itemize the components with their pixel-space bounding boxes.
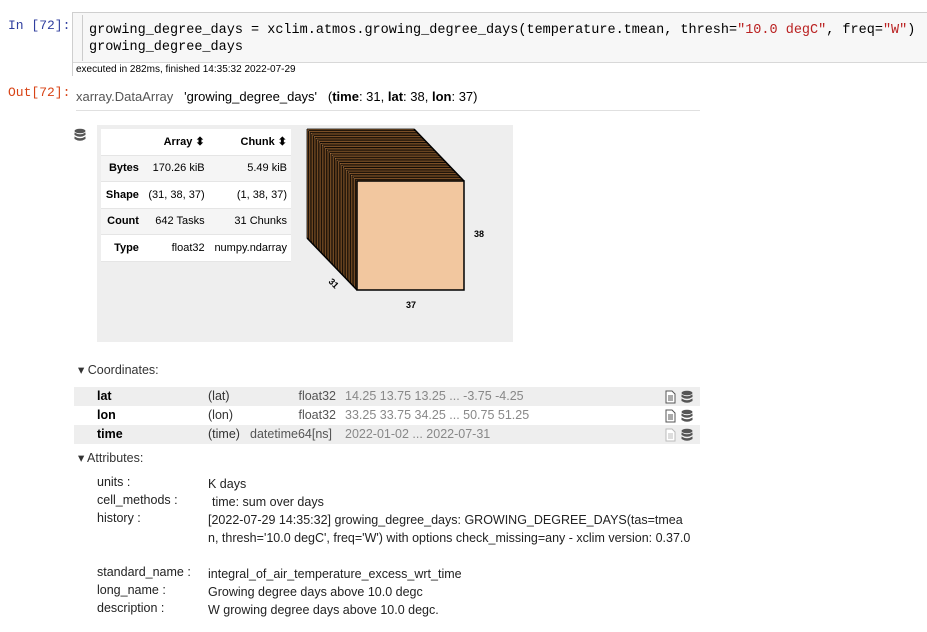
coord-values: 2022-01-02 ... 2022-07-31 [345,427,491,441]
cube-height-label: 38 [474,229,484,239]
execution-info: executed in 282ms, finished 14:35:32 202… [73,62,927,76]
attr-key: description : [97,601,165,615]
cube-width-label: 37 [406,300,416,310]
attributes-toggle[interactable]: ▾ Attributes: [78,450,143,465]
output-prompt: Out[72]: [8,85,71,100]
coord-values: 33.25 33.75 34.25 ... 50.75 51.25 [345,408,530,422]
column-header-array[interactable]: Array ⬍ [142,129,209,155]
array-value: (31, 38, 37) [142,181,209,208]
data-database-icon[interactable] [681,428,693,441]
table-row: Count 642 Tasks 31 Chunks [101,208,291,235]
row-label: Bytes [101,155,143,182]
chunk-value: numpy.ndarray [208,234,291,261]
attr-value: [2022-07-29 14:35:32] growing_degree_day… [208,513,691,545]
table-row: Bytes 170.26 kiB 5.49 kiB [101,155,291,182]
code-cell[interactable]: growing_degree_days = xclim.atmos.growin… [72,12,927,76]
variable-name: 'growing_degree_days' [184,89,318,104]
cube-depth-label: 31 [327,276,341,290]
chunk-value: 31 Chunks [208,208,291,235]
attr-value: K days [208,477,247,491]
row-label: Count [101,208,143,235]
corner-cell [101,129,143,155]
coord-icons [665,409,693,423]
array-value: 642 Tasks [142,208,209,235]
coord-name: lat [97,389,112,403]
attr-value: W growing degree days above 10.0 degc. [208,603,439,617]
attrs-file-icon-disabled [665,428,676,442]
code-line1-c: ) [907,23,916,38]
dask-summary-table: Array ⬍ Chunk ⬍ Bytes 170.26 kiB 5.49 ki… [101,129,291,262]
table-row: Shape (31, 38, 37) (1, 38, 37) [101,181,291,208]
coordinates-list: lat (lat) float32 14.25 13.75 13.25 ... … [74,387,700,444]
coord-name: time [97,427,123,441]
data-database-icon[interactable] [681,390,693,403]
coord-dims: (lat) [208,389,230,403]
attr-key: units : [97,475,131,489]
class-name: xarray.DataArray [76,89,174,104]
code-editor[interactable]: growing_degree_days = xclim.atmos.growin… [89,22,915,56]
dask-array-repr: Array ⬍ Chunk ⬍ Bytes 170.26 kiB 5.49 ki… [97,125,513,342]
attr-key: cell_methods : [97,493,178,507]
array-value: 170.26 kiB [142,155,209,182]
dims-summary: (time: 31, lat: 38, lon: 37) [327,89,478,104]
row-label: Type [101,234,143,261]
chunk-value: (1, 38, 37) [208,181,291,208]
chunk-cube-diagram: 31 38 37 [306,128,484,310]
coord-dtype: datetime64[ns] [250,427,332,441]
coord-icons [665,428,693,442]
header-divider [76,110,700,111]
attr-key: standard_name : [97,565,191,579]
chunk-value: 5.49 kiB [208,155,291,182]
coord-dims: (lon) [208,408,234,422]
code-line2: growing_degree_days [89,40,243,55]
code-line1-a: growing_degree_days = xclim.atmos.growin… [89,23,738,38]
input-prompt: In [72]: [8,18,71,33]
code-string-freq: "W" [882,23,908,38]
array-value: float32 [142,234,209,261]
attr-value: integral_of_air_temperature_excess_wrt_t… [208,567,462,581]
cell-gutter [82,15,83,61]
attr-key: long_name : [97,583,166,597]
cube-front-face [356,180,465,291]
attr-value: Growing degree days above 10.0 degc [208,585,423,599]
coordinates-toggle[interactable]: ▾ Coordinates: [78,362,159,377]
coordinate-row-time: time (time) datetime64[ns] 2022-01-02 ..… [74,425,700,444]
attrs-file-icon[interactable] [665,409,676,423]
coord-values: 14.25 13.75 13.25 ... -3.75 -4.25 [345,389,524,403]
row-label: Shape [101,181,143,208]
code-string-thresh: "10.0 degC" [737,23,827,38]
coord-name: lon [97,408,116,422]
coord-dtype: float32 [298,408,336,422]
table-row: Type float32 numpy.ndarray [101,234,291,261]
database-icon[interactable] [74,128,86,142]
coordinate-row-lon: lon (lon) float32 33.25 33.75 34.25 ... … [74,406,700,425]
coord-icons [665,390,693,404]
table-header-row: Array ⬍ Chunk ⬍ [101,129,291,155]
dataarray-header: xarray.DataArray 'growing_degree_days' (… [76,89,477,104]
code-line1-b: , freq= [826,23,883,38]
data-database-icon[interactable] [681,409,693,422]
coord-dtype: float32 [298,389,336,403]
attr-key: history : [97,511,141,525]
column-header-chunk[interactable]: Chunk ⬍ [208,129,291,155]
attrs-file-icon[interactable] [665,390,676,404]
attr-value: time: sum over days [212,495,324,509]
coordinate-row-lat: lat (lat) float32 14.25 13.75 13.25 ... … [74,387,700,406]
coord-dims: (time) [208,427,240,441]
